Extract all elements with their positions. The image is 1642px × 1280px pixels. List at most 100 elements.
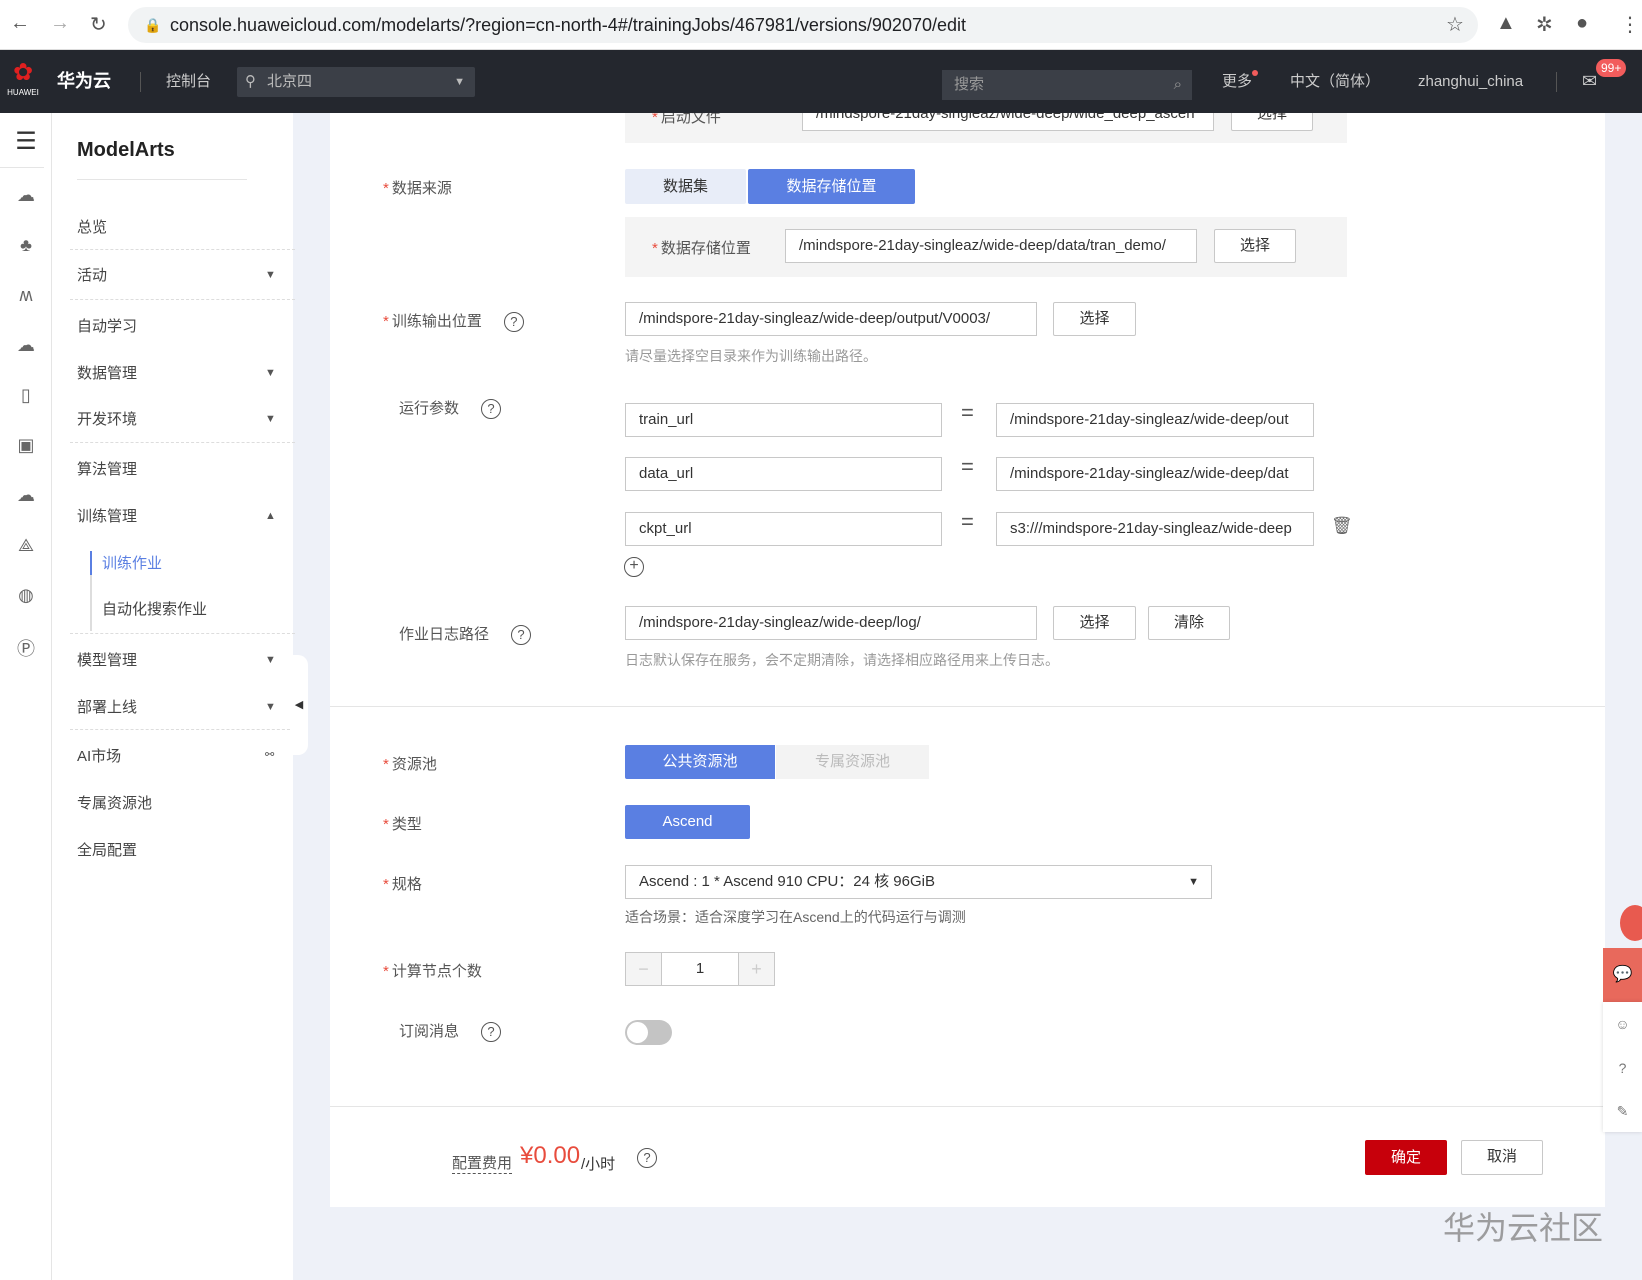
user-menu[interactable]: zhanghui_china (1418, 50, 1523, 113)
cloud-disk-icon[interactable]: ☁ (10, 335, 42, 356)
bookmark-star-icon[interactable]: ☆ (1446, 12, 1464, 37)
sidebar-item-dev-environment[interactable]: 开发环境 (77, 408, 137, 429)
ip-icon[interactable]: Ⓟ (10, 635, 42, 661)
region-select[interactable]: ⚲ 北京四 ▼ (237, 67, 475, 97)
sidebar-item-activities[interactable]: 活动 (77, 264, 107, 285)
hamburger-menu-icon[interactable]: ☰ (10, 127, 42, 156)
network-icon[interactable]: ⟁ (10, 535, 42, 556)
globe-icon[interactable]: ◍ (10, 585, 42, 606)
decrement-button[interactable]: − (626, 953, 662, 985)
sidebar-item-model-management[interactable]: 模型管理 (77, 649, 137, 670)
cloud-check-icon[interactable]: ☁ (10, 485, 42, 506)
profile-icon[interactable]: ● (1576, 12, 1588, 35)
add-param-plus-icon[interactable]: + (624, 557, 644, 577)
param-key-input[interactable]: train_url (625, 403, 942, 437)
message-badge: 99+ (1596, 59, 1627, 77)
edit-note-icon[interactable]: ✎ (1603, 1090, 1642, 1132)
storage-select-button[interactable]: 选择 (1214, 229, 1296, 263)
divider (70, 633, 295, 634)
helper-toolbar: ☺ ? ✎ (1603, 1002, 1642, 1132)
help-icon[interactable]: ? (503, 312, 524, 332)
param-value-input[interactable]: /mindspore-21day-singleaz/wide-deep/dat (996, 457, 1314, 491)
waveform-icon[interactable]: ʍ (10, 285, 42, 306)
more-menu[interactable]: 更多 (1222, 50, 1252, 113)
sidebar-item-auto-search-jobs[interactable]: 自动化搜索作业 (102, 598, 207, 619)
log-select-button[interactable]: 选择 (1053, 606, 1136, 640)
location-pin-icon: ⚲ (245, 73, 256, 90)
equals-sign: = (961, 509, 974, 534)
param-value-input[interactable]: /mindspore-21day-singleaz/wide-deep/out (996, 403, 1314, 437)
sidebar-item-overview[interactable]: 总览 (77, 216, 107, 237)
output-path-input[interactable]: /mindspore-21day-singleaz/wide-deep/outp… (625, 302, 1037, 336)
collapse-sidebar-button[interactable]: ◀ (290, 655, 308, 755)
sidebar-item-global-config[interactable]: 全局配置 (77, 839, 137, 860)
type-ascend-option[interactable]: Ascend (625, 805, 750, 839)
output-select-button[interactable]: 选择 (1053, 302, 1136, 336)
param-key-input[interactable]: ckpt_url (625, 512, 942, 546)
fee-price: ¥0.00 (520, 1142, 581, 1169)
storage-icon[interactable]: ▯ (10, 385, 42, 406)
subscribe-toggle[interactable] (625, 1020, 672, 1045)
delete-trash-icon[interactable]: 🗑 (1331, 516, 1353, 536)
log-path-label: 作业日志路径? (399, 623, 532, 645)
assistant-avatar-icon[interactable] (1620, 905, 1642, 941)
watermark: 华为云社区 (1443, 1210, 1604, 1246)
param-value-input[interactable]: s3:///mindspore-21day-singleaz/wide-deep (996, 512, 1314, 546)
param-key-input[interactable]: data_url (625, 457, 942, 491)
chevron-down-icon: ▼ (265, 654, 276, 666)
back-icon[interactable]: ← (10, 12, 30, 35)
console-link[interactable]: 控制台 (166, 50, 211, 113)
divider (70, 299, 295, 300)
sidebar-item-training-management[interactable]: 训练管理 (77, 505, 137, 526)
huawei-logo[interactable]: ✿ HUAWEI (6, 58, 40, 106)
log-clear-button[interactable]: 清除 (1148, 606, 1230, 640)
search-input[interactable]: 搜索 ⌕ (942, 70, 1192, 100)
backup-icon[interactable]: ▣ (10, 435, 42, 456)
public-pool-option[interactable]: 公共资源池 (625, 745, 775, 779)
sidebar-item-ai-market[interactable]: AI市场 (77, 745, 121, 766)
top-nav: ✿ HUAWEI 华为云 控制台 ⚲ 北京四 ▼ 搜索 ⌕ 更多 中文（简体） … (0, 50, 1642, 113)
chat-icon[interactable]: 💬 (1603, 948, 1642, 1002)
sidebar-item-dedicated-pool[interactable]: 专属资源池 (77, 792, 152, 813)
log-path-input[interactable]: /mindspore-21day-singleaz/wide-deep/log/ (625, 606, 1037, 640)
sidebar-item-algorithm-management[interactable]: 算法管理 (77, 458, 137, 479)
feedback-smile-icon[interactable]: ☺ (1603, 1002, 1642, 1046)
help-icon[interactable]: ? (481, 1022, 502, 1042)
cancel-button[interactable]: 取消 (1461, 1140, 1543, 1175)
search-icon[interactable]: ⌕ (1174, 70, 1182, 100)
toggle-knob (627, 1022, 648, 1043)
sidebar-item-training-jobs[interactable]: 训练作业 (102, 552, 162, 573)
cloud-server-icon[interactable]: ☁ (10, 185, 42, 206)
fee-unit: /小时 (581, 1156, 616, 1173)
increment-button[interactable]: + (738, 953, 774, 985)
spec-select[interactable]: Ascend : 1 * Ascend 910 CPU：24 核 96GiB ▼ (625, 865, 1212, 899)
logo-text: HUAWEI (7, 88, 39, 97)
mail-icon[interactable]: ✉ (1582, 50, 1597, 113)
extensions-icon[interactable]: ✲ (1536, 12, 1553, 37)
menu-icon[interactable]: ⋮ (1620, 12, 1640, 37)
sidebar-item-auto-learning[interactable]: 自动学习 (77, 315, 137, 336)
sidebar-item-deployment[interactable]: 部署上线 (77, 696, 137, 717)
address-bar[interactable]: 🔒 console.huaweicloud.com/modelarts/?regi… (128, 7, 1478, 43)
help-icon[interactable]: ? (511, 625, 532, 645)
tab-data-storage[interactable]: 数据存储位置 (748, 169, 915, 204)
storage-location-input[interactable]: /mindspore-21day-singleaz/wide-deep/data… (785, 229, 1197, 263)
resource-pool-label: * 资源池 (383, 756, 437, 773)
forward-icon[interactable]: → (50, 12, 70, 35)
equals-sign: = (961, 454, 974, 479)
help-icon[interactable]: ? (1603, 1046, 1642, 1090)
node-count-input[interactable]: 1 (662, 953, 738, 985)
confirm-button[interactable]: 确定 (1365, 1140, 1447, 1175)
reload-icon[interactable]: ↻ (90, 12, 107, 37)
brand-name[interactable]: 华为云 (57, 50, 111, 113)
node-count-stepper: − 1 + (625, 952, 775, 986)
section-divider (330, 706, 1605, 707)
sidebar-item-data-management[interactable]: 数据管理 (77, 362, 137, 383)
help-icon[interactable]: ? (481, 399, 502, 419)
language-select[interactable]: 中文（简体） (1290, 50, 1380, 113)
drive-icon[interactable]: ▲ (1496, 12, 1516, 35)
chevron-down-icon: ▼ (265, 413, 276, 425)
help-icon[interactable]: ? (637, 1148, 657, 1168)
tab-dataset[interactable]: 数据集 (625, 169, 746, 204)
cluster-icon[interactable]: ♣ (10, 235, 42, 256)
